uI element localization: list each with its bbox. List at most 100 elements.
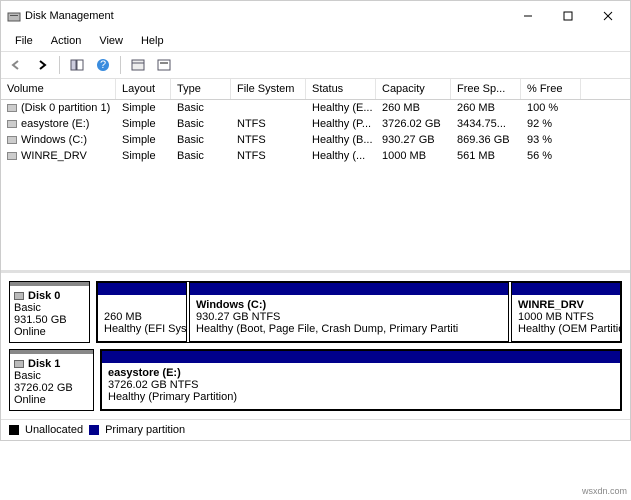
volume-icon [7,104,17,112]
volume-pctfree: 92 % [521,116,581,132]
app-icon [7,9,21,23]
menu-action[interactable]: Action [43,33,90,49]
volume-status: Healthy (... [306,148,376,164]
legend: Unallocated Primary partition [1,419,630,440]
col-capacity[interactable]: Capacity [376,79,451,99]
titlebar[interactable]: Disk Management [1,1,630,31]
partition[interactable]: WINRE_DRV1000 MB NTFSHealthy (OEM Partit… [511,282,621,342]
volume-name: Windows (C:) [21,134,87,146]
volume-fs [231,100,306,116]
volume-icon [7,120,17,128]
volume-capacity: 1000 MB [376,148,451,164]
disk-title: Disk 0 [28,290,60,302]
volume-name: WINRE_DRV [21,150,87,162]
volume-pctfree: 93 % [521,132,581,148]
volume-capacity: 3726.02 GB [376,116,451,132]
disk-row[interactable]: Disk 1Basic3726.02 GBOnlineeasystore (E:… [9,349,622,411]
partition-title: easystore (E:) [108,367,181,379]
disk-row[interactable]: Disk 0Basic931.50 GBOnline260 MBHealthy … [9,281,622,343]
back-button[interactable] [5,54,27,76]
disk-size: 931.50 GB [14,314,67,326]
partition-size: 930.27 GB NTFS [196,311,280,323]
volume-pctfree: 56 % [521,148,581,164]
partition[interactable]: easystore (E:)3726.02 GB NTFSHealthy (Pr… [101,350,621,410]
svg-text:?: ? [100,59,106,71]
show-hide-tree-button[interactable] [66,54,88,76]
partition-color-bar [98,283,186,295]
volume-name: (Disk 0 partition 1) [21,102,110,114]
volume-type: Basic [171,116,231,132]
volume-capacity: 260 MB [376,100,451,116]
disk-state: Online [14,394,46,406]
col-status[interactable]: Status [306,79,376,99]
menu-help[interactable]: Help [133,33,172,49]
partition-title: WINRE_DRV [518,299,584,311]
disk-partitions: 260 MBHealthy (EFI SystemWindows (C:)930… [96,281,622,343]
partition-size: 1000 MB NTFS [518,311,594,323]
partition-status: Healthy (EFI System [104,323,186,335]
volume-free: 3434.75... [451,116,521,132]
menubar: File Action View Help [1,31,630,51]
legend-unallocated-label: Unallocated [25,424,83,436]
volume-free: 869.36 GB [451,132,521,148]
volume-free: 260 MB [451,100,521,116]
disk-management-window: Disk Management File Action View Help ? … [0,0,631,441]
disk-type: Basic [14,370,41,382]
menu-view[interactable]: View [91,33,131,49]
legend-primary-label: Primary partition [105,424,185,436]
col-pctfree[interactable]: % Free [521,79,581,99]
close-button[interactable] [588,2,628,30]
partition-size: 3726.02 GB NTFS [108,379,199,391]
toolbar: ? [1,51,630,79]
partition-status: Healthy (Primary Partition) [108,391,237,403]
disk-graphical-view[interactable]: Disk 0Basic931.50 GBOnline260 MBHealthy … [1,270,630,419]
volume-row[interactable]: easystore (E:)SimpleBasicNTFSHealthy (P.… [1,116,630,132]
forward-button[interactable] [31,54,53,76]
disk-info[interactable]: Disk 1Basic3726.02 GBOnline [9,349,94,411]
volume-icon [7,152,17,160]
partition-size: 260 MB [104,311,142,323]
volume-fs: NTFS [231,132,306,148]
settings-button[interactable] [153,54,175,76]
minimize-button[interactable] [508,2,548,30]
disk-partitions: easystore (E:)3726.02 GB NTFSHealthy (Pr… [100,349,622,411]
volume-pctfree: 100 % [521,100,581,116]
disk-size: 3726.02 GB [14,382,73,394]
volume-layout: Simple [116,116,171,132]
menu-file[interactable]: File [7,33,41,49]
maximize-button[interactable] [548,2,588,30]
col-freespace[interactable]: Free Sp... [451,79,521,99]
volume-row[interactable]: Windows (C:) SimpleBasicNTFSHealthy (B...… [1,132,630,148]
volume-icon [7,136,17,144]
col-filesystem[interactable]: File System [231,79,306,99]
disk-state: Online [14,326,46,338]
volume-status: Healthy (P... [306,116,376,132]
partition[interactable]: Windows (C:)930.27 GB NTFSHealthy (Boot,… [189,282,509,342]
legend-unallocated-swatch [9,425,19,435]
col-layout[interactable]: Layout [116,79,171,99]
legend-primary-swatch [89,425,99,435]
volume-layout: Simple [116,148,171,164]
partition-title: Windows (C:) [196,299,266,311]
volume-type: Basic [171,100,231,116]
window-title: Disk Management [21,10,508,22]
disk-icon [14,360,24,368]
volume-type: Basic [171,132,231,148]
volume-status: Healthy (B... [306,132,376,148]
volume-layout: Simple [116,132,171,148]
col-volume[interactable]: Volume [1,79,116,99]
col-type[interactable]: Type [171,79,231,99]
refresh-button[interactable] [127,54,149,76]
volume-type: Basic [171,148,231,164]
attribution-watermark: wsxdn.com [582,486,627,496]
volume-row[interactable]: (Disk 0 partition 1)SimpleBasicHealthy (… [1,100,630,116]
disk-info[interactable]: Disk 0Basic931.50 GBOnline [9,281,90,343]
partition[interactable]: 260 MBHealthy (EFI System [97,282,187,342]
disk-type: Basic [14,302,41,314]
disk-icon [14,292,24,300]
volume-row[interactable]: WINRE_DRVSimpleBasicNTFSHealthy (...1000… [1,148,630,164]
volume-list[interactable]: (Disk 0 partition 1)SimpleBasicHealthy (… [1,100,630,270]
partition-color-bar [190,283,508,295]
partition-color-bar [102,351,620,363]
help-button[interactable]: ? [92,54,114,76]
